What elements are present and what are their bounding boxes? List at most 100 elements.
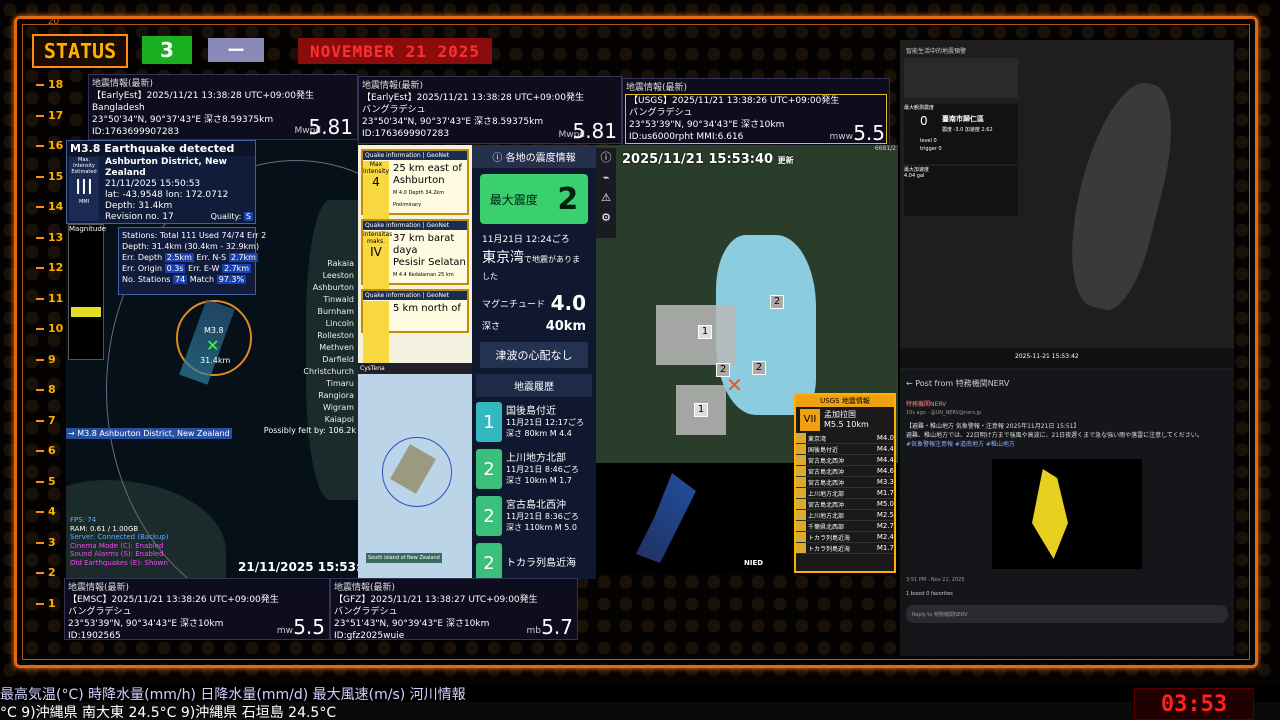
nerv-back-link[interactable]: ← Post from 特務機関NERV <box>900 370 1234 397</box>
card-header: Quake information | GeoNet <box>363 291 467 300</box>
footer-alert[interactable]: → M3.8 Ashburton District, New Zealand <box>66 428 232 439</box>
usgs-row[interactable]: 上川地方北部 M2.5 <box>796 510 894 521</box>
mag-value: 5.7 <box>541 615 573 639</box>
nerv-time: 3:51 PM · Nov 21, 2025 <box>906 577 965 583</box>
nz-small-map[interactable]: CysTena South Island of New Zealand <box>358 363 472 579</box>
usgs-row-place: 東京湾 <box>808 435 827 443</box>
info-icon[interactable]: ⓘ <box>596 148 616 168</box>
quake-card[interactable]: Quake information | GeoNet 5 km north of <box>361 289 469 371</box>
jp-header: ⓘ 各地の震度情報 <box>472 145 596 168</box>
quake-info-gfz: 地震情報(最新) 【GFZ】2025/11/21 13:38:27 UTC+09… <box>330 578 578 641</box>
scale-label: 2 <box>36 566 56 579</box>
usgs-row-place: 宮古島北西沖 <box>808 468 845 476</box>
max-shindo-value: 2 <box>557 181 579 217</box>
history-intensity: 2 <box>476 496 502 536</box>
epicenter-x-icon: ✕ <box>206 336 220 355</box>
nerv-name[interactable]: 特務機関NERV <box>900 397 1234 410</box>
usgs-row-badge <box>796 488 806 498</box>
card-line-2: Ashburton <box>393 175 445 186</box>
usgs-row-place: 宮古島北西沖 <box>808 457 845 465</box>
usgs-row[interactable]: 宮古島北西沖 M5.0 <box>796 499 894 510</box>
usgs-mag: M5.5 <box>824 420 844 429</box>
info-header: 地震情報(最新) <box>362 81 424 91</box>
mag-type: mb <box>526 626 541 636</box>
usgs-row[interactable]: 宮古島北西沖 M3.3 <box>796 477 894 488</box>
place-item: Leeston <box>322 271 354 280</box>
quality-label: Quality: <box>210 212 242 221</box>
card-int-value: IV <box>370 245 382 259</box>
digital-clock: 03:53 <box>1134 688 1254 720</box>
usgs-row[interactable]: 国後島付近 M4.4 <box>796 444 894 455</box>
wave-icon[interactable]: ⌁ <box>596 168 616 188</box>
usgs-quake-list[interactable]: USGS 地震情報 VII 孟加拉国 M5.5 10km 東京湾 M4.0 国後島付… <box>794 393 896 573</box>
quality: Quality: S <box>211 212 253 221</box>
usgs-row[interactable]: 宮古島北西沖 M4.4 <box>796 455 894 466</box>
usgs-row[interactable]: 千葉県北西部 M2.7 <box>796 521 894 532</box>
card-line-2: Pesisir Selatan <box>393 257 466 268</box>
history-place: 国後島付近 <box>506 405 556 417</box>
quake-card[interactable]: Quake information | GeoNet Max intensity 4… <box>361 149 469 231</box>
usgs-row[interactable]: トカラ列島近海 M1.7 <box>796 543 894 554</box>
magnitude-level <box>71 307 101 317</box>
stat-line: Sound Alarms (S): Enabled <box>70 550 164 558</box>
history-intensity: 2 <box>476 449 502 489</box>
gear-icon[interactable]: ⚙ <box>596 208 616 228</box>
info-line-2: バングラデシュ <box>362 105 426 115</box>
system-stats: FPS: 74 RAM: 0.61 / 1.00GB Server: Connect… <box>70 516 168 567</box>
history-detail: 深さ 10km M 1.7 <box>506 475 579 486</box>
match-label: Match <box>189 275 215 284</box>
warning-icon[interactable]: ⚠ <box>596 188 616 208</box>
usgs-row-mag: M5.0 <box>876 500 894 508</box>
scale-label: 6 <box>36 444 56 457</box>
place-item: Christchurch <box>303 367 354 376</box>
epicenter-mag: M3.8 <box>204 326 224 335</box>
info-line-1: 【GFZ】2025/11/21 13:38:27 UTC+09:00発生 <box>334 595 538 605</box>
epicenter-x-icon: ✕ <box>726 373 743 397</box>
taiwan-level-box: 最大観測震度 0 臺南市歸仁區 震度 -3.0 加速度 2.62 level 0… <box>904 104 1018 164</box>
history-list: 1 国後島付近 11月21日 12:17ごろ 深さ 80km M 4.4 2 上川地方北部… <box>472 400 596 585</box>
history-text: 上川地方北部 11月21日 8:46ごろ 深さ 10km M 1.7 <box>506 453 579 486</box>
info-line-2: バングラデシュ <box>629 108 693 118</box>
quake-card[interactable]: Quake information | GeoNet intensitas mak… <box>361 219 469 301</box>
history-text: 国後島付近 11月21日 12:17ごろ 深さ 80km M 4.4 <box>506 406 584 439</box>
card-line-1: 25 km east of <box>393 163 462 174</box>
usgs-mmi: VII <box>800 409 820 431</box>
scale-label: 12 <box>35 261 64 274</box>
usgs-row-mag: M4.4 <box>876 445 894 453</box>
usgs-row[interactable]: トカラ列島近海 M2.4 <box>796 532 894 543</box>
card-text: 37 km barat daya Pesisir Selatan M 4.4 Ked… <box>393 233 467 281</box>
usgs-row[interactable]: 東京湾 M4.0 <box>796 433 894 444</box>
geonet-quake-list[interactable]: Quake information | GeoNet Max intensity 4… <box>358 145 472 579</box>
usgs-row[interactable]: 宮古島北西沖 M4.6 <box>796 466 894 477</box>
date-banner: NOVEMBER 21 2025 <box>298 38 492 64</box>
taiwan-acc-label: 最大加速度 <box>904 167 930 173</box>
reply-input[interactable]: Reply to 特務機関NERV <box>906 605 1228 623</box>
history-text: トカラ列島近海 <box>506 558 576 569</box>
scale-label: 15 <box>35 169 64 183</box>
small-map-tab[interactable]: CysTena <box>358 363 472 374</box>
felt-by: Possibly felt by: 106.2k <box>264 426 356 435</box>
usgs-row-place: トカラ列島近海 <box>808 534 851 542</box>
history-text: 宮古島北西沖 11月21日 8:36ごろ 深さ 110km M 5.0 <box>506 500 579 533</box>
nerv-tags[interactable]: #気象警報注意報 #道南地方 #稚山地方 <box>906 440 1228 449</box>
stat-line: Old Earthquakes (E): Shown <box>70 558 168 567</box>
usgs-row-mag: M2.4 <box>876 533 894 541</box>
err-ew-label: Err. E-W <box>188 264 220 273</box>
place-item: Wigram <box>322 403 354 412</box>
card-line-1: 37 km barat daya <box>393 233 455 256</box>
max-shindo: 最大震度 2 <box>480 174 588 224</box>
history-item[interactable]: 2 宮古島北西沖 11月21日 8:36ごろ 深さ 110km M 5.0 <box>476 494 592 538</box>
quake-info-earlyest-jp: 地震情報(最新) 【EarlyEst】2025/11/21 13:38:28 U… <box>358 76 622 144</box>
usgs-row-place: 国後島付近 <box>808 446 839 454</box>
taiwan-stat1: level 0 <box>920 138 937 144</box>
history-item[interactable]: 2 上川地方北部 11月21日 8:46ごろ 深さ 10km M 1.7 <box>476 447 592 491</box>
depth-range: Depth: 31.4km (30.4km - 32.9km) <box>122 242 260 251</box>
scale-label: 9 <box>36 352 56 366</box>
taiwan-acc-box: 最大加速度 4.04 gal <box>904 166 1018 216</box>
nz-map-clock: 21/11/2025 15:53:45 <box>238 560 378 574</box>
taiwan-title: 智能生活中的地震預警 <box>906 48 967 55</box>
info-line-2: バングラデシュ <box>68 607 132 617</box>
usgs-row[interactable]: 上川地方北部 M1.7 <box>796 488 894 499</box>
nerv-post-panel: ← Post from 特務機関NERV 特務機関NERV 10s ago · … <box>900 370 1234 656</box>
history-item[interactable]: 1 国後島付近 11月21日 12:17ごろ 深さ 80km M 4.4 <box>476 400 592 444</box>
